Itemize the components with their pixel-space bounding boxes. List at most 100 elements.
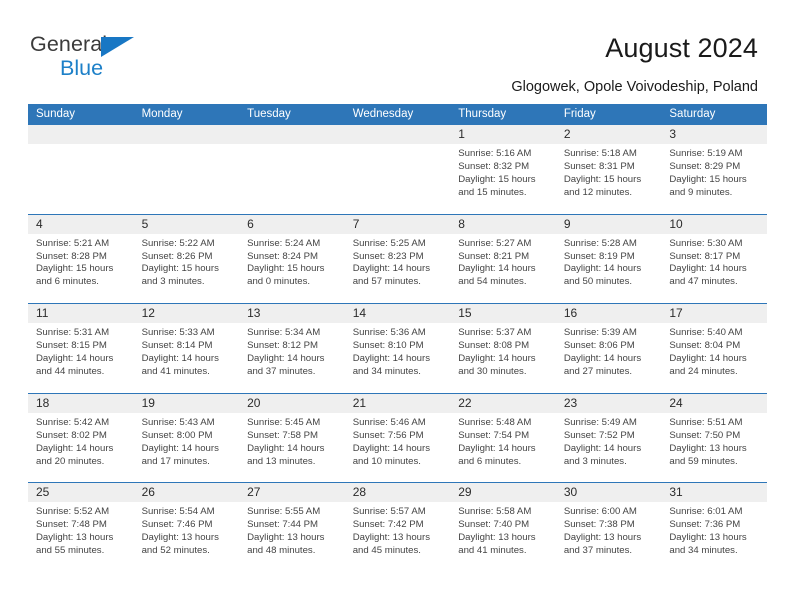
sunset-text: Sunset: 7:38 PM xyxy=(563,519,635,531)
sunrise-text: Sunrise: 5:43 AM xyxy=(141,416,215,428)
brand-logo[interactable]: General Blue xyxy=(30,32,160,84)
daylight-text-line1: Daylight: 15 hours xyxy=(141,263,219,275)
sunset-text: Sunset: 8:10 PM xyxy=(352,340,424,352)
daylight-text-line1: Daylight: 14 hours xyxy=(247,353,325,364)
page-header: General Blue August 2024 Glogowek, Opole… xyxy=(0,0,792,100)
daylight-text-line2: and 10 minutes. xyxy=(352,455,421,467)
brand-name-blue: Blue xyxy=(60,56,104,80)
calendar-day-cell[interactable]: 3 Sunrise: 5:19 AM Sunset: 8:29 PM Dayli… xyxy=(661,125,767,214)
daylight-text-line1: Daylight: 15 hours xyxy=(36,263,114,275)
day-details: Sunrise: 5:19 AM Sunset: 8:29 PM Dayligh… xyxy=(661,144,767,200)
daylight-text-line1: Daylight: 14 hours xyxy=(352,442,431,454)
sunrise-text: Sunrise: 5:31 AM xyxy=(36,327,110,339)
calendar-week-row: 11 Sunrise: 5:31 AM Sunset: 8:15 PM Dayl… xyxy=(28,304,767,394)
daylight-text-line2: and 13 minutes. xyxy=(247,455,316,467)
daylight-text-line2: and 37 minutes. xyxy=(563,545,633,557)
calendar-day-cell[interactable]: 24 Sunrise: 5:51 AM Sunset: 7:50 PM Dayl… xyxy=(661,393,767,483)
calendar-day-cell[interactable]: 9 Sunrise: 5:28 AM Sunset: 8:19 PM Dayli… xyxy=(555,214,662,304)
day-details: Sunrise: 6:00 AM Sunset: 7:38 PM Dayligh… xyxy=(556,502,662,558)
calendar-day-cell[interactable]: 15 Sunrise: 5:37 AM Sunset: 8:08 PM Dayl… xyxy=(450,304,556,393)
calendar-day-cell[interactable] xyxy=(239,125,345,214)
sunset-text: Sunset: 8:32 PM xyxy=(458,160,530,172)
sunset-text: Sunset: 7:36 PM xyxy=(669,519,741,531)
calendar-day-cell[interactable]: 16 Sunrise: 5:39 AM Sunset: 8:06 PM Dayl… xyxy=(555,304,662,393)
calendar-day-cell[interactable]: 25 Sunrise: 5:52 AM Sunset: 7:48 PM Dayl… xyxy=(28,483,134,573)
daylight-text-line2: and 34 minutes. xyxy=(669,545,738,557)
sunrise-text: Sunrise: 5:25 AM xyxy=(352,237,426,249)
sunrise-text: Sunrise: 5:58 AM xyxy=(458,506,532,518)
calendar-day-cell[interactable]: 19 Sunrise: 5:43 AM Sunset: 8:00 PM Dayl… xyxy=(133,393,240,483)
sunrise-text: Sunrise: 5:18 AM xyxy=(563,148,637,159)
day-details: Sunrise: 5:43 AM Sunset: 8:00 PM Dayligh… xyxy=(134,413,240,469)
brand-name-general: General xyxy=(30,32,108,56)
sunrise-text: Sunrise: 5:49 AM xyxy=(563,416,637,428)
daylight-text-line2: and 45 minutes. xyxy=(352,545,421,557)
calendar-day-cell[interactable]: 17 Sunrise: 5:40 AM Sunset: 8:04 PM Dayl… xyxy=(661,304,767,393)
calendar-day-cell[interactable]: 23 Sunrise: 5:49 AM Sunset: 7:52 PM Dayl… xyxy=(555,393,662,483)
calendar-day-cell[interactable]: 29 Sunrise: 5:58 AM Sunset: 7:40 PM Dayl… xyxy=(450,483,556,573)
calendar-day-cell[interactable]: 1 Sunrise: 5:16 AM Sunset: 8:32 PM Dayli… xyxy=(450,125,556,214)
calendar-day-cell[interactable]: 12 Sunrise: 5:33 AM Sunset: 8:14 PM Dayl… xyxy=(133,304,240,393)
weekday-header-wednesday: Wednesday xyxy=(352,108,414,120)
calendar-day-cell[interactable] xyxy=(344,125,451,214)
day-details: Sunrise: 5:58 AM Sunset: 7:40 PM Dayligh… xyxy=(450,502,556,558)
day-details: Sunrise: 5:51 AM Sunset: 7:50 PM Dayligh… xyxy=(661,413,767,469)
calendar-day-cell[interactable]: 28 Sunrise: 5:57 AM Sunset: 7:42 PM Dayl… xyxy=(344,483,451,573)
sunset-text: Sunset: 7:58 PM xyxy=(247,429,319,441)
day-details: Sunrise: 5:39 AM Sunset: 8:06 PM Dayligh… xyxy=(556,323,662,379)
calendar-day-cell[interactable] xyxy=(133,125,240,214)
sunset-text: Sunset: 8:15 PM xyxy=(36,340,107,352)
sunrise-text: Sunrise: 6:00 AM xyxy=(563,506,637,518)
daylight-text-line2: and 6 minutes. xyxy=(458,455,522,467)
sunset-text: Sunset: 8:17 PM xyxy=(669,250,741,262)
sunrise-text: Sunrise: 5:22 AM xyxy=(141,237,215,249)
calendar-day-cell[interactable]: 5 Sunrise: 5:22 AM Sunset: 8:26 PM Dayli… xyxy=(133,214,240,304)
daylight-text-line1: Daylight: 14 hours xyxy=(247,442,325,454)
calendar-day-cell[interactable]: 20 Sunrise: 5:45 AM Sunset: 7:58 PM Dayl… xyxy=(239,393,345,483)
sunset-text: Sunset: 8:21 PM xyxy=(458,250,530,262)
calendar-day-cell[interactable]: 8 Sunrise: 5:27 AM Sunset: 8:21 PM Dayli… xyxy=(450,214,556,304)
calendar-day-cell[interactable]: 18 Sunrise: 5:42 AM Sunset: 8:02 PM Dayl… xyxy=(28,393,134,483)
sunset-text: Sunset: 8:28 PM xyxy=(36,250,107,262)
daylight-text-line1: Daylight: 15 hours xyxy=(563,173,642,185)
daylight-text-line2: and 20 minutes. xyxy=(36,455,105,467)
daylight-text-line1: Daylight: 14 hours xyxy=(563,353,642,364)
calendar-day-cell[interactable]: 6 Sunrise: 5:24 AM Sunset: 8:24 PM Dayli… xyxy=(239,214,345,304)
calendar-day-cell[interactable]: 7 Sunrise: 5:25 AM Sunset: 8:23 PM Dayli… xyxy=(344,214,451,304)
calendar-day-cell[interactable]: 26 Sunrise: 5:54 AM Sunset: 7:46 PM Dayl… xyxy=(133,483,240,573)
day-details: Sunrise: 5:25 AM Sunset: 8:23 PM Dayligh… xyxy=(345,234,451,290)
calendar-day-cell[interactable]: 11 Sunrise: 5:31 AM Sunset: 8:15 PM Dayl… xyxy=(28,304,134,393)
sunrise-text: Sunrise: 5:45 AM xyxy=(247,416,321,428)
weekday-header-tuesday: Tuesday xyxy=(247,108,291,120)
calendar-day-cell[interactable]: 2 Sunrise: 5:18 AM Sunset: 8:31 PM Dayli… xyxy=(555,125,662,214)
calendar-day-cell[interactable]: 31 Sunrise: 6:01 AM Sunset: 7:36 PM Dayl… xyxy=(661,483,767,573)
calendar-day-cell[interactable]: 10 Sunrise: 5:30 AM Sunset: 8:17 PM Dayl… xyxy=(661,214,767,304)
daylight-text-line1: Daylight: 13 hours xyxy=(36,532,114,544)
daylight-text-line1: Daylight: 13 hours xyxy=(669,532,747,544)
day-number: 18 xyxy=(28,393,134,413)
sunset-text: Sunset: 8:29 PM xyxy=(669,160,741,172)
calendar-day-cell[interactable]: 4 Sunrise: 5:21 AM Sunset: 8:28 PM Dayli… xyxy=(28,214,134,304)
calendar-day-cell[interactable] xyxy=(28,125,134,214)
day-details: Sunrise: 5:52 AM Sunset: 7:48 PM Dayligh… xyxy=(28,502,134,558)
sunrise-text: Sunrise: 5:16 AM xyxy=(458,148,532,159)
sunset-text: Sunset: 8:02 PM xyxy=(36,429,107,441)
daylight-text-line1: Daylight: 14 hours xyxy=(36,442,114,454)
day-number xyxy=(344,125,451,144)
sunset-text: Sunset: 7:46 PM xyxy=(141,519,213,531)
daylight-text-line2: and 27 minutes. xyxy=(563,365,633,377)
daylight-text-line2: and 41 minutes. xyxy=(458,545,527,557)
calendar-day-cell[interactable]: 27 Sunrise: 5:55 AM Sunset: 7:44 PM Dayl… xyxy=(239,483,345,573)
calendar-day-cell[interactable]: 21 Sunrise: 5:46 AM Sunset: 7:56 PM Dayl… xyxy=(344,393,451,483)
day-number: 26 xyxy=(133,483,240,503)
sunset-text: Sunset: 7:44 PM xyxy=(247,519,319,531)
day-details: Sunrise: 5:48 AM Sunset: 7:54 PM Dayligh… xyxy=(450,413,556,469)
calendar-day-cell[interactable]: 13 Sunrise: 5:34 AM Sunset: 8:12 PM Dayl… xyxy=(239,304,345,393)
calendar-day-cell[interactable]: 30 Sunrise: 6:00 AM Sunset: 7:38 PM Dayl… xyxy=(555,483,662,573)
calendar-day-cell[interactable]: 14 Sunrise: 5:36 AM Sunset: 8:10 PM Dayl… xyxy=(344,304,451,393)
calendar-day-cell[interactable]: 22 Sunrise: 5:48 AM Sunset: 7:54 PM Dayl… xyxy=(450,393,556,483)
day-number: 7 xyxy=(344,214,451,234)
day-number xyxy=(239,125,345,144)
day-details xyxy=(239,144,345,148)
day-number: 28 xyxy=(344,483,451,503)
